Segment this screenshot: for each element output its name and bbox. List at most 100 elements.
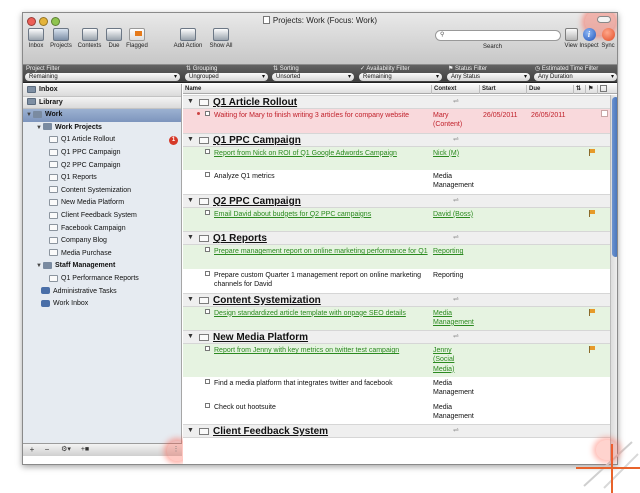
add-action-button[interactable]: Add Action <box>171 28 205 49</box>
action-name[interactable]: Report from Nick on ROI of Q1 Google Adw… <box>214 149 430 158</box>
sidebar-item-q1-ppc-campaign[interactable]: Q1 PPC Campaign <box>23 147 181 160</box>
sidebar-item-work-projects[interactable]: ▼ Work Projects <box>23 122 181 135</box>
action-row[interactable]: Analyze Q1 metrics Media Management <box>183 170 617 194</box>
action-checkbox[interactable] <box>205 270 210 276</box>
project-title[interactable]: Client Feedback System <box>213 425 328 439</box>
sidebar-item-company-blog[interactable]: Company Blog <box>23 235 181 248</box>
action-row[interactable]: Report from Jenny with key metrics on tw… <box>183 344 617 378</box>
availability-filter[interactable]: ✓ Availability Filter Remaining <box>357 65 444 83</box>
sidebar-item-administrative-tasks[interactable]: Administrative Tasks <box>23 286 181 299</box>
split-grip-icon[interactable]: ⋮ <box>172 445 180 455</box>
project-title[interactable]: New Media Platform <box>213 331 308 345</box>
sequential-icon[interactable]: ⇌ <box>453 426 459 434</box>
action-checkbox[interactable] <box>205 308 210 314</box>
action-row[interactable]: Prepare management report on online mark… <box>183 245 617 269</box>
sequential-icon[interactable]: ⇌ <box>453 295 459 303</box>
action-checkbox[interactable] <box>205 402 210 408</box>
action-start[interactable]: 26/05/2011 <box>483 111 529 120</box>
filter-select[interactable]: Any Duration <box>534 73 617 81</box>
action-name[interactable]: Find a media platform that integrates tw… <box>214 379 430 388</box>
remove-button[interactable]: − <box>41 445 53 455</box>
status-column-header-icon[interactable] <box>597 85 608 94</box>
sidebar-item-staff-management[interactable]: ▼ Staff Management <box>23 260 181 273</box>
scroll-thumb[interactable] <box>612 97 617 257</box>
action-row[interactable]: Design standardized article template wit… <box>183 306 617 331</box>
action-checkbox[interactable] <box>205 172 210 178</box>
project-title[interactable]: Content Systemization <box>213 294 321 308</box>
action-checkbox[interactable] <box>205 111 210 116</box>
sidebar-item-q1-reports[interactable]: Q1 Reports <box>23 172 181 185</box>
disclosure-triangle-icon[interactable]: ▼ <box>35 122 43 135</box>
context-column-header[interactable]: Context <box>431 85 479 94</box>
project-row[interactable]: ▼ Q1 Article Rollout ⇌ <box>183 95 617 109</box>
action-checkbox[interactable] <box>205 247 210 253</box>
sequential-icon[interactable]: ⇌ <box>453 332 459 340</box>
projects-button[interactable]: Projects <box>48 28 74 49</box>
disclosure-triangle-icon[interactable]: ▼ <box>187 427 194 434</box>
action-name[interactable]: Email David about budgets for Q2 PPC cam… <box>214 210 430 219</box>
project-row[interactable]: ▼ Content Systemization ⇌ <box>183 292 617 308</box>
project-filter[interactable]: Project Filter Remaining <box>23 65 182 83</box>
sidebar-item-client-feedback-system[interactable]: Client Feedback System <box>23 210 181 223</box>
show-all-button[interactable]: Show All <box>208 28 234 49</box>
action-context[interactable]: Media Management <box>433 172 475 191</box>
contexts-button[interactable]: Contexts <box>76 28 103 49</box>
disclosure-triangle-icon[interactable]: ▼ <box>187 197 194 204</box>
flag-icon[interactable] <box>589 148 596 156</box>
inbox-button[interactable]: Inbox <box>25 28 47 49</box>
action-checkbox[interactable] <box>205 209 210 215</box>
action-row[interactable]: Report from Nick on ROI of Q1 Google Adw… <box>183 146 617 171</box>
action-name[interactable]: Design standardized article template wit… <box>214 309 430 318</box>
action-row[interactable]: Email David about budgets for Q2 PPC cam… <box>183 207 617 232</box>
project-row[interactable]: ▼ New Media Platform ⇌ <box>183 330 617 345</box>
sidebar-item-inbox[interactable]: Inbox <box>23 84 181 97</box>
action-row[interactable]: Waiting for Mary to finish writing 3 art… <box>183 109 617 133</box>
status-filter[interactable]: ⚑ Status Filter Any Status <box>445 65 532 83</box>
disclosure-triangle-icon[interactable]: ▼ <box>187 333 194 340</box>
toolbar-toggle-button[interactable] <box>597 16 611 23</box>
inspect-button[interactable]: i Inspect <box>579 28 599 49</box>
repeat-column-header-icon[interactable]: ⇅ <box>573 85 585 94</box>
add-button[interactable]: + <box>26 445 38 455</box>
flag-icon[interactable] <box>589 346 596 354</box>
view-button[interactable]: View <box>563 28 579 49</box>
disclosure-triangle-icon[interactable]: ▼ <box>187 98 194 105</box>
action-checkbox[interactable] <box>205 346 210 352</box>
action-due[interactable]: 26/05/2011 <box>531 111 577 120</box>
disclosure-triangle-icon[interactable]: ▼ <box>187 296 194 303</box>
filter-select[interactable]: Any Status <box>447 73 530 81</box>
action-context[interactable]: David (Boss) <box>433 210 475 219</box>
action-name[interactable]: Analyze Q1 metrics <box>214 172 430 181</box>
disclosure-triangle-icon[interactable]: ▼ <box>187 234 194 241</box>
project-row[interactable]: ▼ Q1 PPC Campaign ⇌ <box>183 132 617 147</box>
filter-select[interactable]: Remaining <box>25 73 180 81</box>
sidebar-item-q2-ppc-campaign[interactable]: Q2 PPC Campaign <box>23 160 181 173</box>
project-row[interactable]: ▼ Q2 PPC Campaign ⇌ <box>183 193 617 209</box>
add-folder-button[interactable]: +■ <box>78 445 92 455</box>
sidebar-item-work-inbox[interactable]: Work Inbox <box>23 298 181 311</box>
note-icon[interactable] <box>601 110 608 117</box>
sidebar-item-new-media-platform[interactable]: New Media Platform <box>23 197 181 210</box>
vertical-scrollbar[interactable] <box>610 95 617 464</box>
sequential-icon[interactable]: ⇌ <box>453 196 459 204</box>
action-context[interactable]: Media Management <box>433 403 475 422</box>
sidebar-item-q1-performance-reports[interactable]: Q1 Performance Reports <box>23 273 181 286</box>
sidebar-item-media-purchase[interactable]: Media Purchase <box>23 248 181 261</box>
sequential-icon[interactable]: ⇌ <box>453 97 459 105</box>
action-checkbox[interactable] <box>205 379 210 385</box>
search-field[interactable]: ⚲ <box>435 30 561 41</box>
flag-icon[interactable] <box>589 209 596 217</box>
sequential-icon[interactable]: ⇌ <box>453 135 459 143</box>
project-row[interactable]: ▼ Client Feedback System ⇌ <box>183 424 617 439</box>
disclosure-triangle-icon[interactable]: ▼ <box>25 109 33 122</box>
action-context[interactable]: Mary (Content) <box>433 111 475 130</box>
sidebar-item-q1-article-rollout[interactable]: Q1 Article Rollout 1 <box>23 134 181 147</box>
grouping-filter[interactable]: ⇅ Grouping Ungrouped <box>183 65 270 83</box>
flag-column-header-icon[interactable]: ⚑ <box>585 85 597 94</box>
action-name[interactable]: Prepare management report on online mark… <box>214 247 430 256</box>
name-column-header[interactable]: Name <box>183 85 431 94</box>
action-context[interactable]: Jenny (Social Media) <box>433 346 475 374</box>
project-title[interactable]: Q2 PPC Campaign <box>213 195 301 209</box>
due-column-header[interactable]: Due <box>526 85 573 94</box>
flagged-button[interactable]: Flagged <box>124 28 150 49</box>
